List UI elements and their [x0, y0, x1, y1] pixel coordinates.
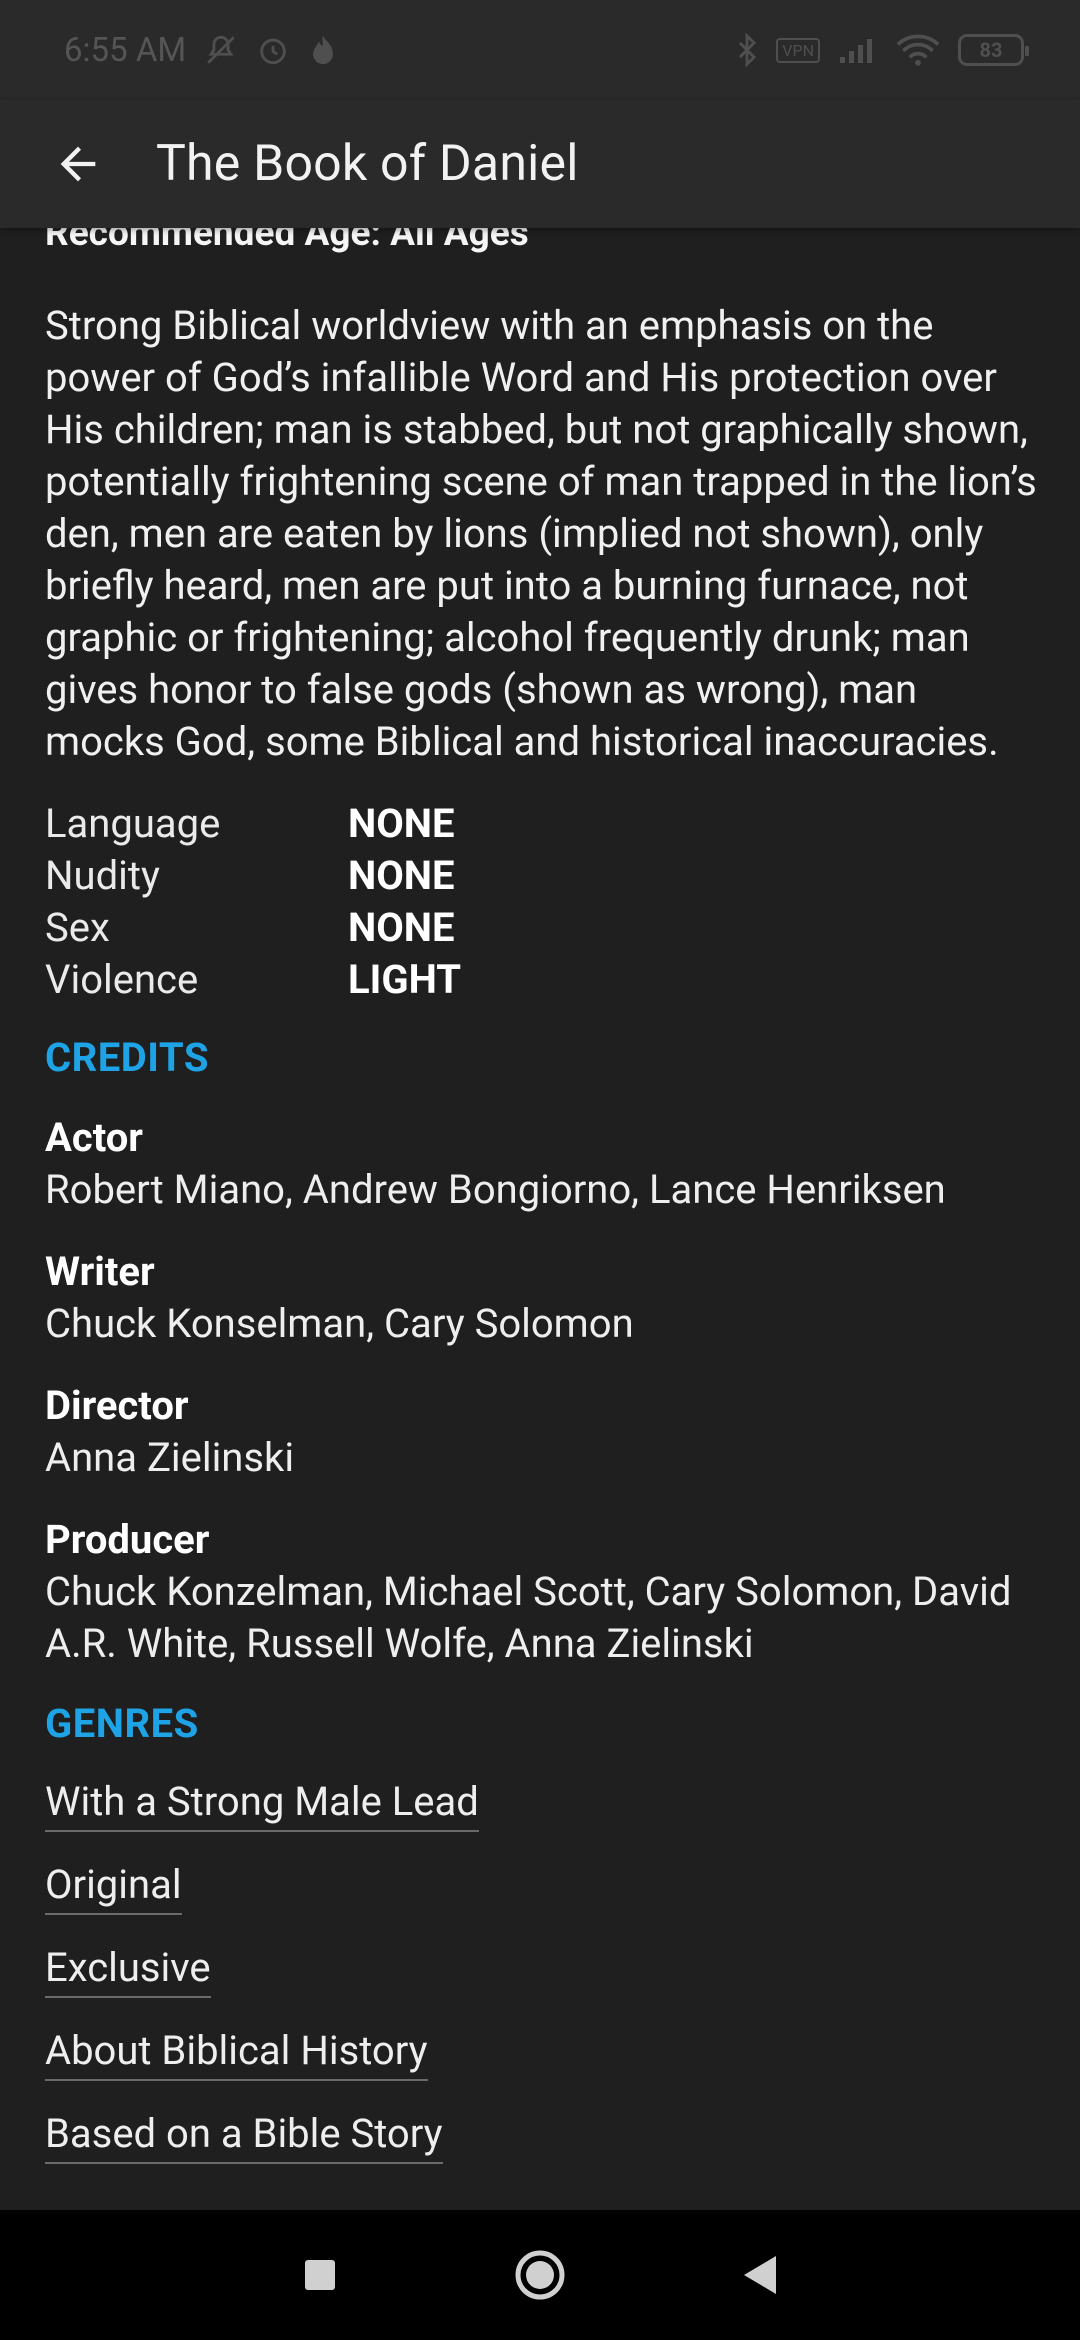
square-icon [305, 2260, 335, 2290]
genre-link[interactable]: About Biblical History [45, 2025, 428, 2081]
list-item: With a Strong Male Lead [45, 1776, 1035, 1859]
recents-button[interactable] [210, 2210, 430, 2340]
credits-heading: CREDITS [45, 1034, 210, 1081]
genre-link[interactable]: Based on a Bible Story [45, 2108, 443, 2164]
content-summary: Strong Biblical worldview with an emphas… [45, 302, 1037, 765]
rating-row-sex: Sex NONE [45, 902, 1035, 954]
app-bar: The Book of Daniel [0, 100, 1080, 228]
rating-label: Nudity [45, 852, 160, 899]
vpn-icon: VPN [776, 37, 820, 63]
content-ratings: Language NONE Nudity NONE Sex NONE Viole… [45, 798, 1035, 1006]
rating-value: LIGHT [348, 956, 462, 1003]
wifi-icon [896, 33, 940, 67]
system-nav-bar [0, 2210, 1080, 2340]
list-item: Original [45, 1859, 1035, 1942]
list-item: Based on a Bible Story [45, 2108, 1035, 2191]
flame-icon [308, 33, 338, 67]
genre-link[interactable]: Original [45, 1859, 182, 1915]
signal-icon [838, 35, 878, 65]
content-scroll-area[interactable]: Recommended Age: All Ages Strong Biblica… [0, 228, 1080, 2258]
rating-label: Violence [45, 956, 199, 1003]
alarm-icon [256, 33, 290, 67]
rating-value: NONE [348, 904, 455, 951]
credit-names: Robert Miano, Andrew Bongiorno, Lance He… [45, 1166, 946, 1213]
rating-row-language: Language NONE [45, 798, 1035, 850]
status-time: 6:55 AM [64, 30, 187, 70]
credit-names: Chuck Konselman, Cary Solomon [45, 1300, 634, 1347]
list-item: Exclusive [45, 1942, 1035, 2025]
back-button[interactable] [0, 100, 156, 228]
credit-role: Writer [45, 1248, 155, 1295]
home-button[interactable] [430, 2210, 650, 2340]
bluetooth-icon [736, 33, 758, 67]
app-screen: 6:55 AM VPN 83 The Book of Daniel Recomm… [0, 0, 1080, 2340]
credit-names: Chuck Konzelman, Michael Scott, Cary Sol… [45, 1568, 1012, 1667]
credit-names: Anna Zielinski [45, 1434, 295, 1481]
genre-link[interactable]: Exclusive [45, 1942, 211, 1998]
page-title: The Book of Daniel [156, 135, 579, 193]
rating-label: Sex [45, 904, 110, 951]
credit-actor: Actor Robert Miano, Andrew Bongiorno, La… [45, 1112, 1035, 1216]
genres-heading: GENRES [45, 1700, 199, 1747]
rating-value: NONE [348, 852, 455, 899]
credit-role: Director [45, 1382, 189, 1429]
credit-writer: Writer Chuck Konselman, Cary Solomon [45, 1246, 1035, 1350]
status-bar-left: 6:55 AM [64, 31, 338, 70]
credit-role: Actor [45, 1114, 143, 1161]
credit-role: Producer [45, 1516, 210, 1563]
rating-row-violence: Violence LIGHT [45, 954, 1035, 1006]
triangle-back-icon [744, 2256, 776, 2294]
genre-link[interactable]: With a Strong Male Lead [45, 1776, 479, 1832]
recommended-age: Recommended Age: All Ages [45, 228, 529, 255]
circle-icon [515, 2250, 565, 2300]
battery-icon: 83 [958, 34, 1029, 66]
credit-producer: Producer Chuck Konzelman, Michael Scott,… [45, 1514, 1035, 1670]
rating-label: Language [45, 800, 221, 847]
back-nav-button[interactable] [650, 2210, 870, 2340]
arrow-left-icon [60, 146, 96, 182]
list-item: About Biblical History [45, 2025, 1035, 2108]
credit-director: Director Anna Zielinski [45, 1380, 1035, 1484]
rating-row-nudity: Nudity NONE [45, 850, 1035, 902]
status-bar-right: VPN 83 [736, 33, 1029, 67]
rating-value: NONE [348, 800, 455, 847]
genre-list: With a Strong Male Lead Original Exclusi… [45, 1776, 1035, 2191]
status-bar: 6:55 AM VPN 83 [0, 0, 1080, 100]
mute-notifications-icon [204, 33, 238, 67]
